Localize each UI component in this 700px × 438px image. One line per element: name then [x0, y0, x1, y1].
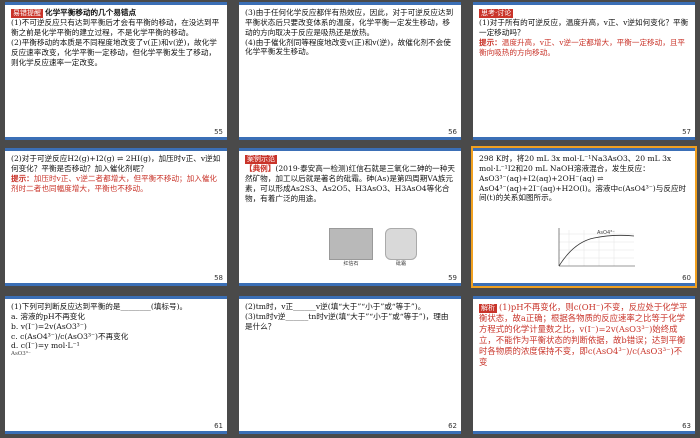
slide-title: 化学平衡移动的几个易错点: [45, 8, 137, 17]
slide-number: 60: [682, 274, 691, 282]
slide-top-bar: [473, 2, 695, 5]
tag-label: 解析: [479, 304, 497, 314]
slide-top-bar: [239, 2, 461, 5]
slide-number: 61: [214, 422, 223, 430]
slide-top-bar: [5, 148, 227, 151]
slide-thumbnail-61[interactable]: (1)下列可判断反应达到平衡的是________(填标号)。 a. 溶液的pH不…: [5, 296, 227, 434]
slide-body: 298 K时，将20 mL 3x mol·L⁻¹Na3AsO3、20 mL 3x…: [479, 154, 689, 203]
option-b: b. v(I⁻)=2v(AsO3³⁻): [11, 321, 87, 331]
slide-thumbnail-59[interactable]: 案例示范 【典例】(2019·泰安高一检测)红信石就是三氧化二砷的一种天然矿物，…: [239, 148, 461, 286]
slide-body: (3)由于任何化学反应都伴有热效应，因此，对于可逆反应达到平衡状态后只要改变体系…: [245, 8, 455, 57]
realgar-image: [329, 228, 373, 260]
slide-thumbnail-55[interactable]: 易错提醒 化学平衡移动的几个易错点 (1)不可逆反应只有达到平衡后才会有平衡的移动…: [5, 2, 227, 140]
question-text: (1)对于所有的可逆反应，温度升高，v正、v逆如何变化？平衡一定移动吗？: [479, 18, 689, 37]
tag-label: 思考·讨论: [479, 9, 514, 19]
curve-label: AsO4³⁻: [597, 230, 615, 236]
hint-label: 提示：: [11, 173, 34, 183]
slide-number: 62: [448, 422, 457, 430]
slide-top-bar: [473, 296, 695, 299]
mineral-images: 红信石 砒霜: [329, 228, 417, 267]
curve: [558, 234, 635, 267]
slide-top-bar: [5, 2, 227, 5]
slide-body: 易错提醒 化学平衡移动的几个易错点 (1)不可逆反应只有达到平衡后才会有平衡的移动…: [11, 8, 221, 67]
slide-text-line: (4)由于催化剂同等程度地改变v(正)和v(逆)，故催化剂不会使化学平衡发生移动…: [245, 37, 451, 57]
slide-thumbnail-56[interactable]: (3)由于任何化学反应都伴有热效应，因此，对于可逆反应达到平衡状态后只要改变体系…: [239, 2, 461, 140]
slide-bottom-bar: [473, 137, 695, 140]
slide-top-bar: [473, 148, 695, 151]
slide-bottom-bar: [5, 431, 227, 434]
slide-number: 56: [448, 128, 457, 136]
slide-body: 解析 (1)pH不再变化，则c(OH⁻)不变，反应处于化学平衡状态，故a正确；根据…: [479, 302, 689, 368]
slide-bottom-bar: [239, 431, 461, 434]
slide-bottom-bar: [473, 283, 695, 286]
slide-bottom-bar: [5, 137, 227, 140]
slide-number: 59: [448, 274, 457, 282]
slide-body: (2)tm时，v正______v逆(填“大于”“小于”或“等于”)。 (3)tm…: [245, 302, 455, 332]
analysis-text: (1)pH不再变化，则c(OH⁻)不变，反应处于化学平衡状态，故a正确；根据各物…: [479, 302, 688, 367]
slide-thumbnail-57[interactable]: 思考·讨论 (1)对于所有的可逆反应，温度升高，v正、v逆如何变化？平衡一定移动…: [473, 2, 695, 140]
reaction-text: 298 K时，将20 mL 3x mol·L⁻¹Na3AsO3、20 mL 3x…: [479, 154, 687, 203]
slide-number: 63: [682, 422, 691, 430]
slide-text-line: (2)平衡移动的本质是不同程度地改变了v(正)和v(逆)，故化学反应速率改变，化…: [11, 37, 217, 67]
slide-thumbnail-58[interactable]: (2)对于可逆反应H2(g)+I2(g) ⇌ 2HI(g)，加压时v正、v逆如何…: [5, 148, 227, 286]
tag-label: 易错提醒: [11, 9, 43, 19]
concentration-time-graph: AsO4³⁻: [558, 228, 635, 267]
slide-text-line: (2)tm时，v正______v逆(填“大于”“小于”或“等于”)。: [245, 302, 426, 311]
slide-number: 57: [682, 128, 691, 136]
slide-body: (1)下列可判断反应达到平衡的是________(填标号)。 a. 溶液的pH不…: [11, 302, 221, 358]
slide-bottom-bar: [5, 283, 227, 286]
option-d: d. c(I⁻)=y mol·L⁻¹: [11, 341, 80, 351]
hint-label: 提示：: [479, 37, 502, 47]
slide-number: 55: [214, 128, 223, 136]
question-text: (2)对于可逆反应H2(g)+I2(g) ⇌ 2HI(g)，加压时v正、v逆如何…: [11, 154, 221, 173]
slide-body: (2)对于可逆反应H2(g)+I2(g) ⇌ 2HI(g)，加压时v正、v逆如何…: [11, 154, 221, 193]
answer-text: 加压时v正、v逆二者都增大，但平衡不移动；加入催化剂时二者也同幅度增大，平衡也不…: [11, 173, 218, 193]
slide-text-line: (3)tm时v逆______tn时v逆(填“大于”“小于”或“等于”)，理由是什…: [245, 311, 449, 331]
slide-number: 58: [214, 274, 223, 282]
slide-bottom-bar: [239, 137, 461, 140]
image-caption: 砒霜: [395, 261, 406, 267]
option-c: c. c(AsO4³⁻)/c(AsO3³⁻)不再变化: [11, 331, 129, 341]
arsenic-bottle-image: [385, 228, 417, 260]
slide-text-line: (1)不可逆反应只有达到平衡后才会有平衡的移动，在没达到平衡之前是化学平衡的建立…: [11, 18, 220, 37]
slide-body: 案例示范 【典例】(2019·泰安高一检测)红信石就是三氧化二砷的一种天然矿物，…: [245, 154, 455, 204]
slide-top-bar: [5, 296, 227, 299]
slide-thumbnail-63[interactable]: 解析 (1)pH不再变化，则c(OH⁻)不变，反应处于化学平衡状态，故a正确；根据…: [473, 296, 695, 434]
case-text: (2019·泰安高一检测)红信石就是三氧化二砷的一种天然矿物，加工以后就是著名的…: [245, 164, 455, 203]
tag-label: 案例示范: [245, 155, 277, 165]
slide-body: 思考·讨论 (1)对于所有的可逆反应，温度升高，v正、v逆如何变化？平衡一定移动…: [479, 8, 689, 58]
question-text: (1)下列可判断反应达到平衡的是________(填标号)。: [11, 302, 188, 311]
image-caption: 红信石: [343, 261, 359, 267]
slide-thumbnail-60[interactable]: 298 K时，将20 mL 3x mol·L⁻¹Na3AsO3、20 mL 3x…: [471, 146, 697, 288]
slide-text-line: (3)由于任何化学反应都伴有热效应，因此，对于可逆反应达到平衡状态后只要改变体系…: [245, 8, 454, 37]
slide-bottom-bar: [473, 431, 695, 434]
slide-bottom-bar: [239, 283, 461, 286]
slide-top-bar: [239, 296, 461, 299]
case-label: 【典例】: [245, 164, 276, 174]
slide-thumbnail-62[interactable]: (2)tm时，v正______v逆(填“大于”“小于”或“等于”)。 (3)tm…: [239, 296, 461, 434]
option-a: a. 溶液的pH不再变化: [11, 311, 85, 321]
subscript-note: AsO3³⁻: [11, 351, 31, 358]
slide-top-bar: [239, 148, 461, 151]
answer-text: 温度升高，v正、v逆一定都增大，平衡一定移动，且平衡向吸热的方向移动。: [479, 37, 686, 57]
